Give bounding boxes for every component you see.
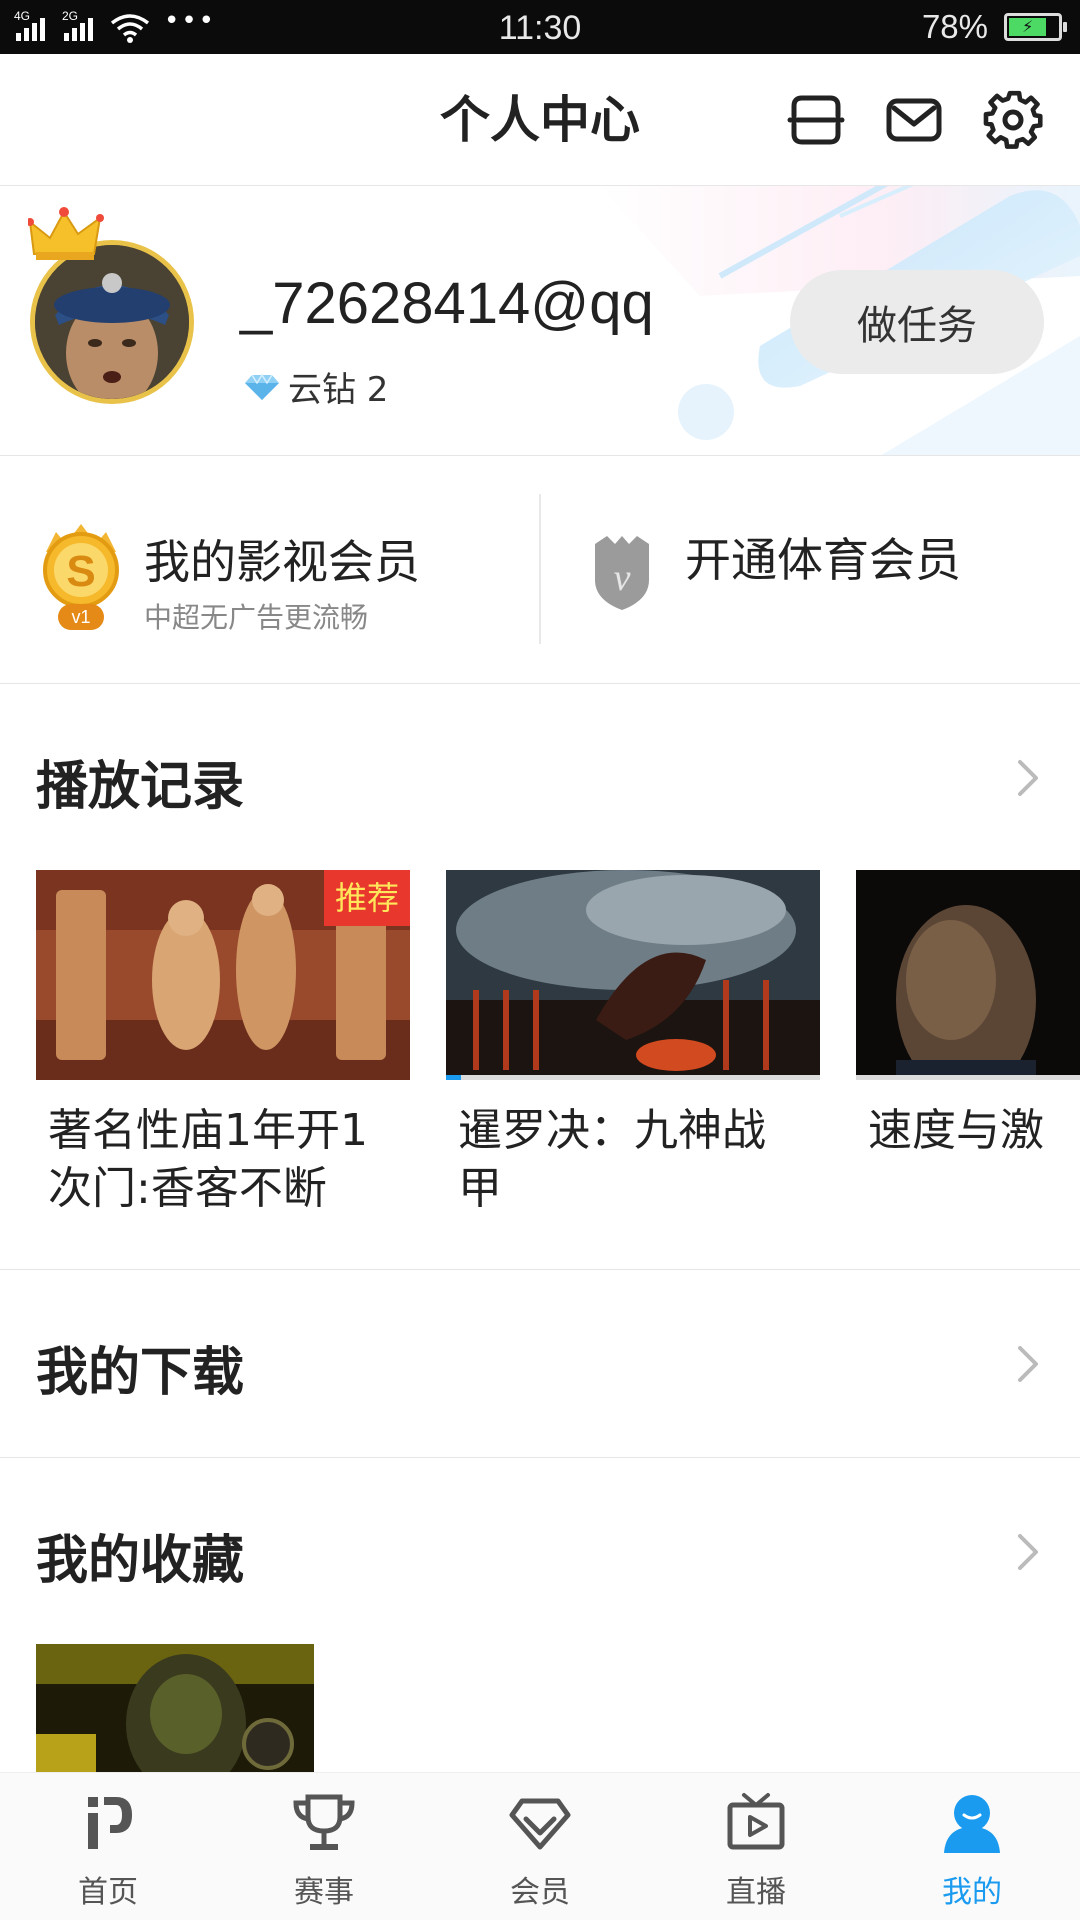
diamond-icon bbox=[509, 1798, 571, 1850]
video-membership-subtitle: 中超无广告更流畅 bbox=[144, 601, 369, 634]
chevron-right-icon bbox=[1018, 1534, 1038, 1570]
favorites-header[interactable]: 我的收藏 bbox=[0, 1458, 1080, 1648]
chevron-right-icon bbox=[1018, 1346, 1038, 1382]
person-icon bbox=[944, 1795, 1000, 1853]
history-card[interactable]: 暹罗决：九神战甲 bbox=[446, 870, 820, 1218]
sports-membership-title: 开通体育会员 bbox=[685, 533, 961, 587]
recommend-badge: 推荐 bbox=[324, 870, 410, 926]
home-logo-icon bbox=[88, 1797, 132, 1849]
video-vip-badge-icon: S v1 bbox=[43, 524, 119, 630]
video-membership[interactable]: S v1 我的影视会员 中超无广告更流畅 bbox=[0, 456, 540, 684]
battery-percent: 78% bbox=[921, 8, 988, 45]
nav-home-label: 首页 bbox=[78, 1875, 138, 1910]
membership-row: S v1 我的影视会员 中超无广告更流畅 v 开通体育会员 bbox=[0, 456, 1080, 684]
do-task-button[interactable]: 做任务 bbox=[790, 270, 1044, 374]
sports-membership[interactable]: v 开通体育会员 bbox=[541, 456, 1080, 684]
nav-live-label: 直播 bbox=[726, 1875, 786, 1910]
nav-live[interactable]: 直播 bbox=[648, 1773, 864, 1920]
svg-text:v: v bbox=[614, 557, 631, 599]
svg-text:S: S bbox=[66, 547, 95, 596]
diamond-coin-icon bbox=[245, 373, 279, 400]
nav-vip[interactable]: 会员 bbox=[432, 1773, 648, 1920]
mail-icon[interactable] bbox=[884, 90, 944, 150]
profile-card: _72628414@qq 云钻 2 做任务 bbox=[0, 186, 1080, 456]
play-history-title: 播放记录 bbox=[36, 757, 245, 817]
username: _72628414@qq bbox=[240, 271, 654, 336]
history-thumbnail: 推荐 bbox=[36, 870, 410, 1080]
nav-mine-label: 我的 bbox=[942, 1875, 1002, 1910]
history-card[interactable]: 速度与激 bbox=[856, 870, 1080, 1160]
nav-events[interactable]: 赛事 bbox=[216, 1773, 432, 1920]
gear-icon[interactable] bbox=[983, 90, 1043, 150]
status-time: 11:30 bbox=[498, 9, 582, 47]
nav-vip-label: 会员 bbox=[510, 1875, 570, 1910]
trophy-icon bbox=[293, 1794, 355, 1850]
status-right: 78% ⚡ bbox=[921, 0, 1067, 54]
play-history-section: 播放记录 推荐 著名性庙1年开1次门:香客不断 暹罗决：九神战甲 速度与激 bbox=[0, 684, 1080, 1270]
history-card[interactable]: 推荐 著名性庙1年开1次门:香客不断 bbox=[36, 870, 410, 1218]
nav-mine[interactable]: 我的 bbox=[864, 1773, 1080, 1920]
nav-events-label: 赛事 bbox=[294, 1875, 354, 1910]
watch-progress-fill bbox=[446, 1075, 461, 1080]
favorites-title: 我的收藏 bbox=[36, 1531, 245, 1591]
tv-play-icon bbox=[727, 1793, 785, 1850]
history-thumbnail bbox=[446, 870, 820, 1080]
status-bar: 4G 2G ••• 11:30 78% ⚡ bbox=[0, 0, 1080, 54]
coin-balance[interactable]: 云钻 2 bbox=[244, 362, 388, 411]
play-history-header[interactable]: 播放记录 bbox=[0, 684, 1080, 870]
chevron-right-icon bbox=[1018, 760, 1038, 796]
history-card-title: 暹罗决：九神战甲 bbox=[458, 1105, 766, 1214]
favorite-item-thumbnail[interactable] bbox=[36, 1644, 314, 1784]
favorites-section: 我的收藏 bbox=[0, 1458, 1080, 1784]
downloads-header[interactable]: 我的下载 bbox=[0, 1270, 1080, 1460]
nav-home[interactable]: 首页 bbox=[0, 1773, 216, 1920]
sports-vip-shield-icon: v bbox=[595, 536, 649, 610]
video-membership-title: 我的影视会员 bbox=[144, 535, 420, 589]
vip-level: v1 bbox=[71, 607, 90, 627]
downloads-section[interactable]: 我的下载 bbox=[0, 1270, 1080, 1458]
downloads-title: 我的下载 bbox=[36, 1343, 245, 1403]
scan-icon[interactable] bbox=[786, 90, 846, 150]
battery-icon: ⚡ bbox=[1004, 13, 1067, 41]
history-list: 推荐 著名性庙1年开1次门:香客不断 暹罗决：九神战甲 速度与激 bbox=[0, 870, 1080, 1270]
crown-icon bbox=[28, 207, 104, 260]
history-card-title: 著名性庙1年开1次门:香客不断 bbox=[48, 1105, 368, 1214]
watch-progress-bar bbox=[446, 1075, 820, 1080]
coin-label: 云钻 2 bbox=[288, 370, 389, 410]
battery-fill: ⚡ bbox=[1009, 18, 1047, 36]
history-card-title: 速度与激 bbox=[868, 1105, 1044, 1156]
bottom-navigation: 首页 赛事 会员 直播 我的 bbox=[0, 1772, 1080, 1920]
avatar-wrap[interactable] bbox=[28, 207, 194, 404]
top-header: 个人中心 bbox=[0, 54, 1080, 186]
history-thumbnail bbox=[856, 870, 1080, 1080]
watch-progress-bar bbox=[856, 1075, 1080, 1080]
